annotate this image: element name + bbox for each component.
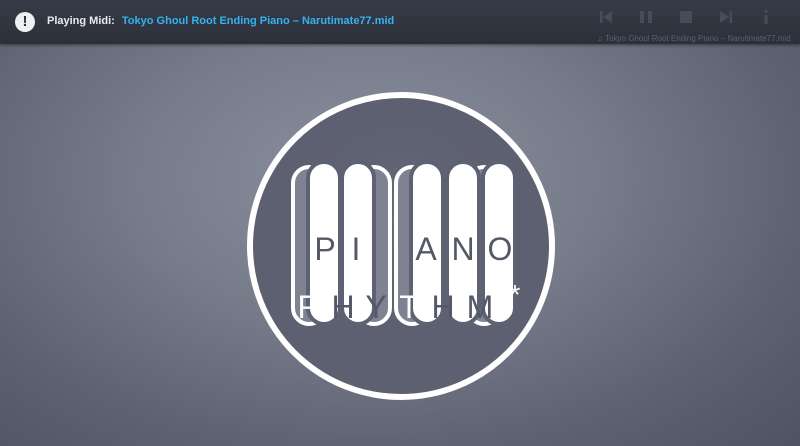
next-icon[interactable] bbox=[716, 7, 736, 27]
logo-letter: Y bbox=[365, 289, 386, 325]
logo-letter: T bbox=[399, 289, 419, 325]
logo-letter: A bbox=[415, 231, 437, 267]
playback-controls bbox=[590, 7, 786, 27]
logo-letter: H bbox=[431, 289, 454, 325]
logo-letter: H bbox=[331, 289, 354, 325]
current-track-text: ♫ Tokyo Ghoul Root Ending Piano – Naruti… bbox=[597, 34, 791, 43]
logo-letter: O bbox=[488, 231, 513, 267]
previous-icon[interactable] bbox=[596, 7, 616, 27]
logo-letter: P bbox=[314, 231, 335, 267]
logo-letter: N bbox=[451, 231, 474, 267]
now-playing-title: Tokyo Ghoul Root Ending Piano – Narutima… bbox=[121, 15, 395, 27]
logo-letter: M bbox=[467, 289, 494, 325]
notification-bar: ! Playing Midi: Tokyo Ghoul Root Ending … bbox=[0, 0, 800, 44]
now-playing-text: Playing Midi: Tokyo Ghoul Root Ending Pi… bbox=[47, 15, 394, 27]
stop-icon[interactable] bbox=[676, 7, 696, 27]
piano-rhythm-logo: P I A N O R H Y T H M * bbox=[243, 88, 559, 404]
now-playing-label: Playing Midi: bbox=[47, 15, 115, 27]
info-icon[interactable] bbox=[756, 7, 776, 27]
logo-letter: I bbox=[352, 231, 361, 267]
logo-letter: R bbox=[297, 289, 320, 325]
exclamation-icon: ! bbox=[15, 12, 35, 32]
logo-asterisk: * bbox=[510, 279, 521, 310]
pause-icon[interactable] bbox=[636, 7, 656, 27]
